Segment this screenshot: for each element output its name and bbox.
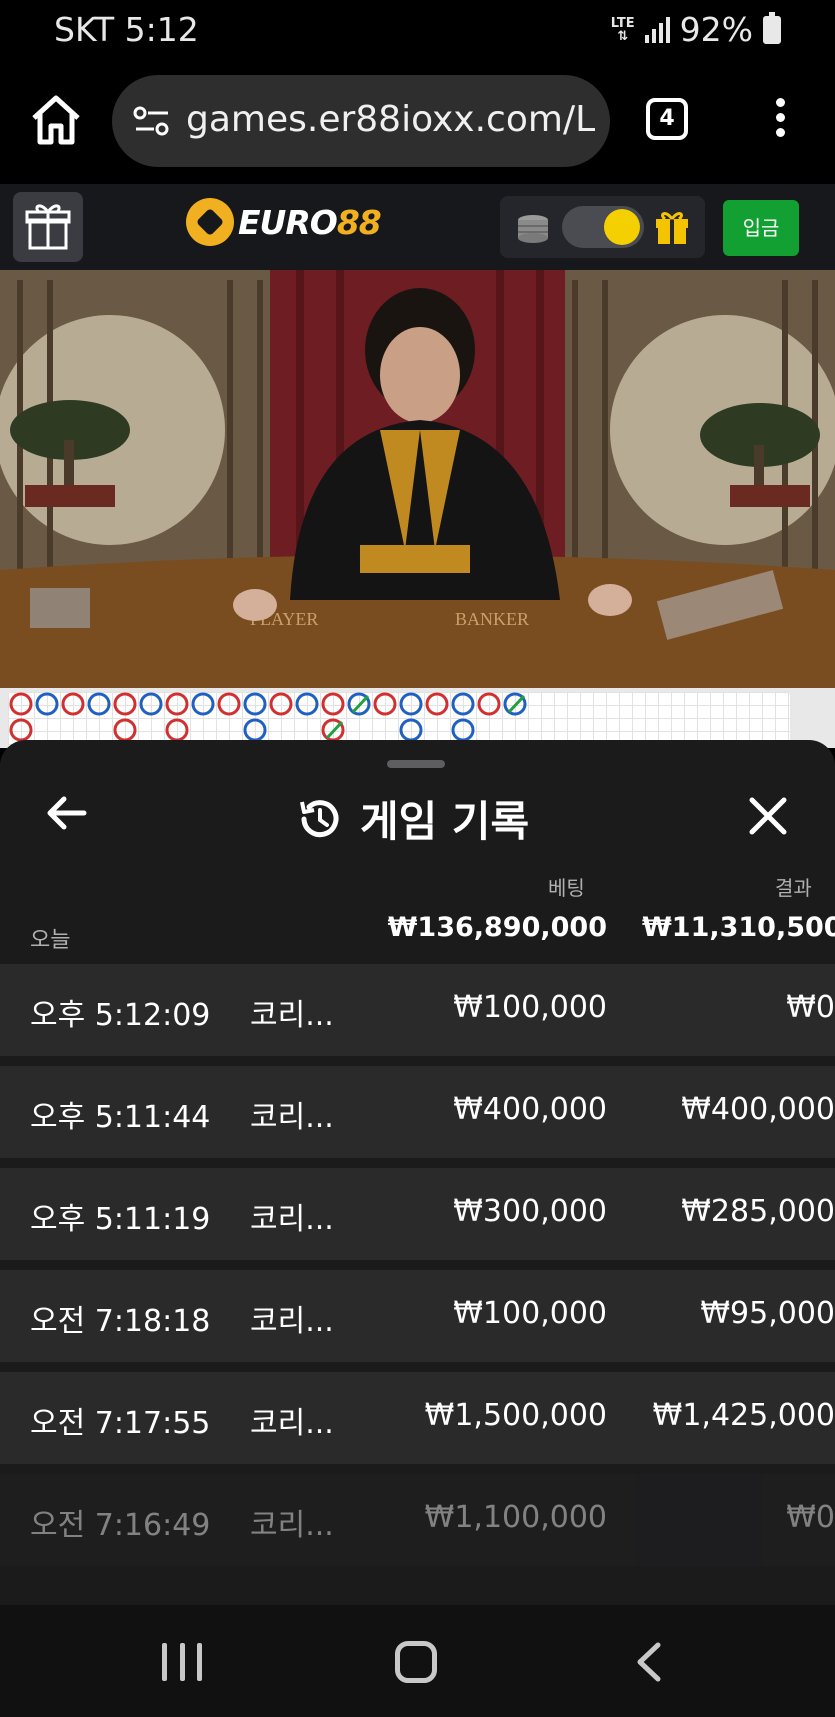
row-result: ₩0 [786, 1500, 835, 1535]
coins-icon[interactable] [514, 212, 552, 244]
close-icon[interactable] [746, 794, 790, 838]
gift-box-icon [25, 204, 71, 250]
more-menu-icon[interactable] [770, 98, 790, 142]
site-settings-icon[interactable] [132, 105, 172, 137]
history-icon [300, 799, 339, 837]
deposit-button[interactable]: 입금 [723, 200, 799, 256]
table-label-banker: BANKER [455, 609, 529, 629]
address-bar[interactable]: games.er88ioxx.com/L [112, 75, 610, 167]
soccer-ball-icon [186, 198, 234, 246]
row-result: ₩95,000 [700, 1296, 835, 1331]
balance-toggle[interactable] [562, 206, 644, 248]
history-row[interactable]: 오전 7:18:18 코리... ₩100,000 ₩95,000 [0, 1270, 835, 1362]
sheet-drag-handle[interactable] [387, 760, 445, 768]
row-bet: ₩100,000 [453, 1296, 607, 1331]
gift-icon[interactable] [653, 209, 691, 245]
row-time: 오전 7:16:49 [30, 1508, 211, 1543]
row-time: 오후 5:11:19 [30, 1202, 211, 1237]
column-header-result: 결과 [775, 876, 812, 900]
row-time: 오후 5:12:09 [30, 998, 211, 1033]
carrier-time: SKT 5:12 [54, 10, 199, 49]
dealer-video-frame: PLAYER BANKER [0, 270, 835, 688]
back-icon[interactable] [634, 1641, 664, 1683]
row-time: 오전 7:17:55 [30, 1406, 211, 1441]
signal-icon [644, 16, 670, 43]
game-history-sheet: 게임 기록 베팅 결과 오늘 ₩136,890,000 ₩11,310,500 … [0, 740, 835, 1605]
battery-percent: 92% [679, 10, 753, 49]
live-dealer-video[interactable]: PLAYER BANKER [0, 270, 835, 688]
row-game: 코리... [250, 1508, 334, 1543]
date-group-label: 오늘 [30, 928, 71, 953]
home-icon[interactable] [28, 92, 84, 148]
total-bet: ₩136,890,000 [387, 912, 607, 943]
status-bar: SKT 5:12 LTE ⇅ 92% [0, 0, 835, 62]
history-title: 게임 기록 [360, 797, 530, 846]
back-arrow-icon[interactable] [44, 790, 90, 836]
browser-toolbar: games.er88ioxx.com/L 4 [0, 62, 835, 184]
history-row[interactable]: 오후 5:11:44 코리... ₩400,000 ₩400,000 [0, 1066, 835, 1158]
promotions-button[interactable] [13, 192, 83, 262]
bead-road-scoreboard[interactable] [0, 688, 835, 748]
row-bet: ₩400,000 [453, 1092, 607, 1127]
row-time: 오후 5:11:44 [30, 1100, 211, 1135]
total-result: ₩11,310,500 [642, 912, 835, 943]
sheet-title: 게임 기록 [296, 788, 529, 849]
row-game: 코리... [250, 998, 334, 1033]
row-bet: ₩100,000 [453, 990, 607, 1025]
battery-icon [763, 11, 781, 44]
row-bet: ₩1,500,000 [424, 1398, 607, 1433]
row-game: 코리... [250, 1202, 334, 1237]
row-game: 코리... [250, 1304, 334, 1339]
wallet-controls [500, 196, 705, 258]
row-time: 오전 7:18:18 [30, 1304, 211, 1339]
url-text[interactable]: games.er88ioxx.com/L [186, 99, 596, 140]
site-header: EURO88 입금 [0, 184, 835, 270]
lte-icon: LTE ⇅ [610, 15, 635, 44]
system-nav-bar [0, 1605, 835, 1717]
column-header-bet: 베팅 [548, 876, 585, 900]
row-bet: ₩1,100,000 [424, 1500, 607, 1535]
row-result: ₩400,000 [681, 1092, 835, 1127]
home-button-icon[interactable] [395, 1641, 437, 1683]
row-game: 코리... [250, 1100, 334, 1135]
toggle-knob [604, 209, 640, 245]
row-bet: ₩300,000 [453, 1194, 607, 1229]
row-result: ₩0 [786, 990, 835, 1025]
row-result: ₩285,000 [681, 1194, 835, 1229]
row-result: ₩1,425,000 [652, 1398, 835, 1433]
status-icons: LTE ⇅ 92% [611, 10, 781, 49]
history-row[interactable]: 오전 7:17:55 코리... ₩1,500,000 ₩1,425,000 [0, 1372, 835, 1464]
row-game: 코리... [250, 1406, 334, 1441]
history-row[interactable]: 오후 5:12:09 코리... ₩100,000 ₩0 [0, 964, 835, 1056]
history-row[interactable]: 오후 5:11:19 코리... ₩300,000 ₩285,000 [0, 1168, 835, 1260]
site-logo[interactable]: EURO88 [186, 198, 382, 246]
recent-apps-icon[interactable] [162, 1643, 202, 1681]
history-row[interactable]: 오전 7:16:49 코리... ₩1,100,000 ₩0 [0, 1474, 835, 1566]
tab-switcher-button[interactable]: 4 [646, 98, 688, 140]
